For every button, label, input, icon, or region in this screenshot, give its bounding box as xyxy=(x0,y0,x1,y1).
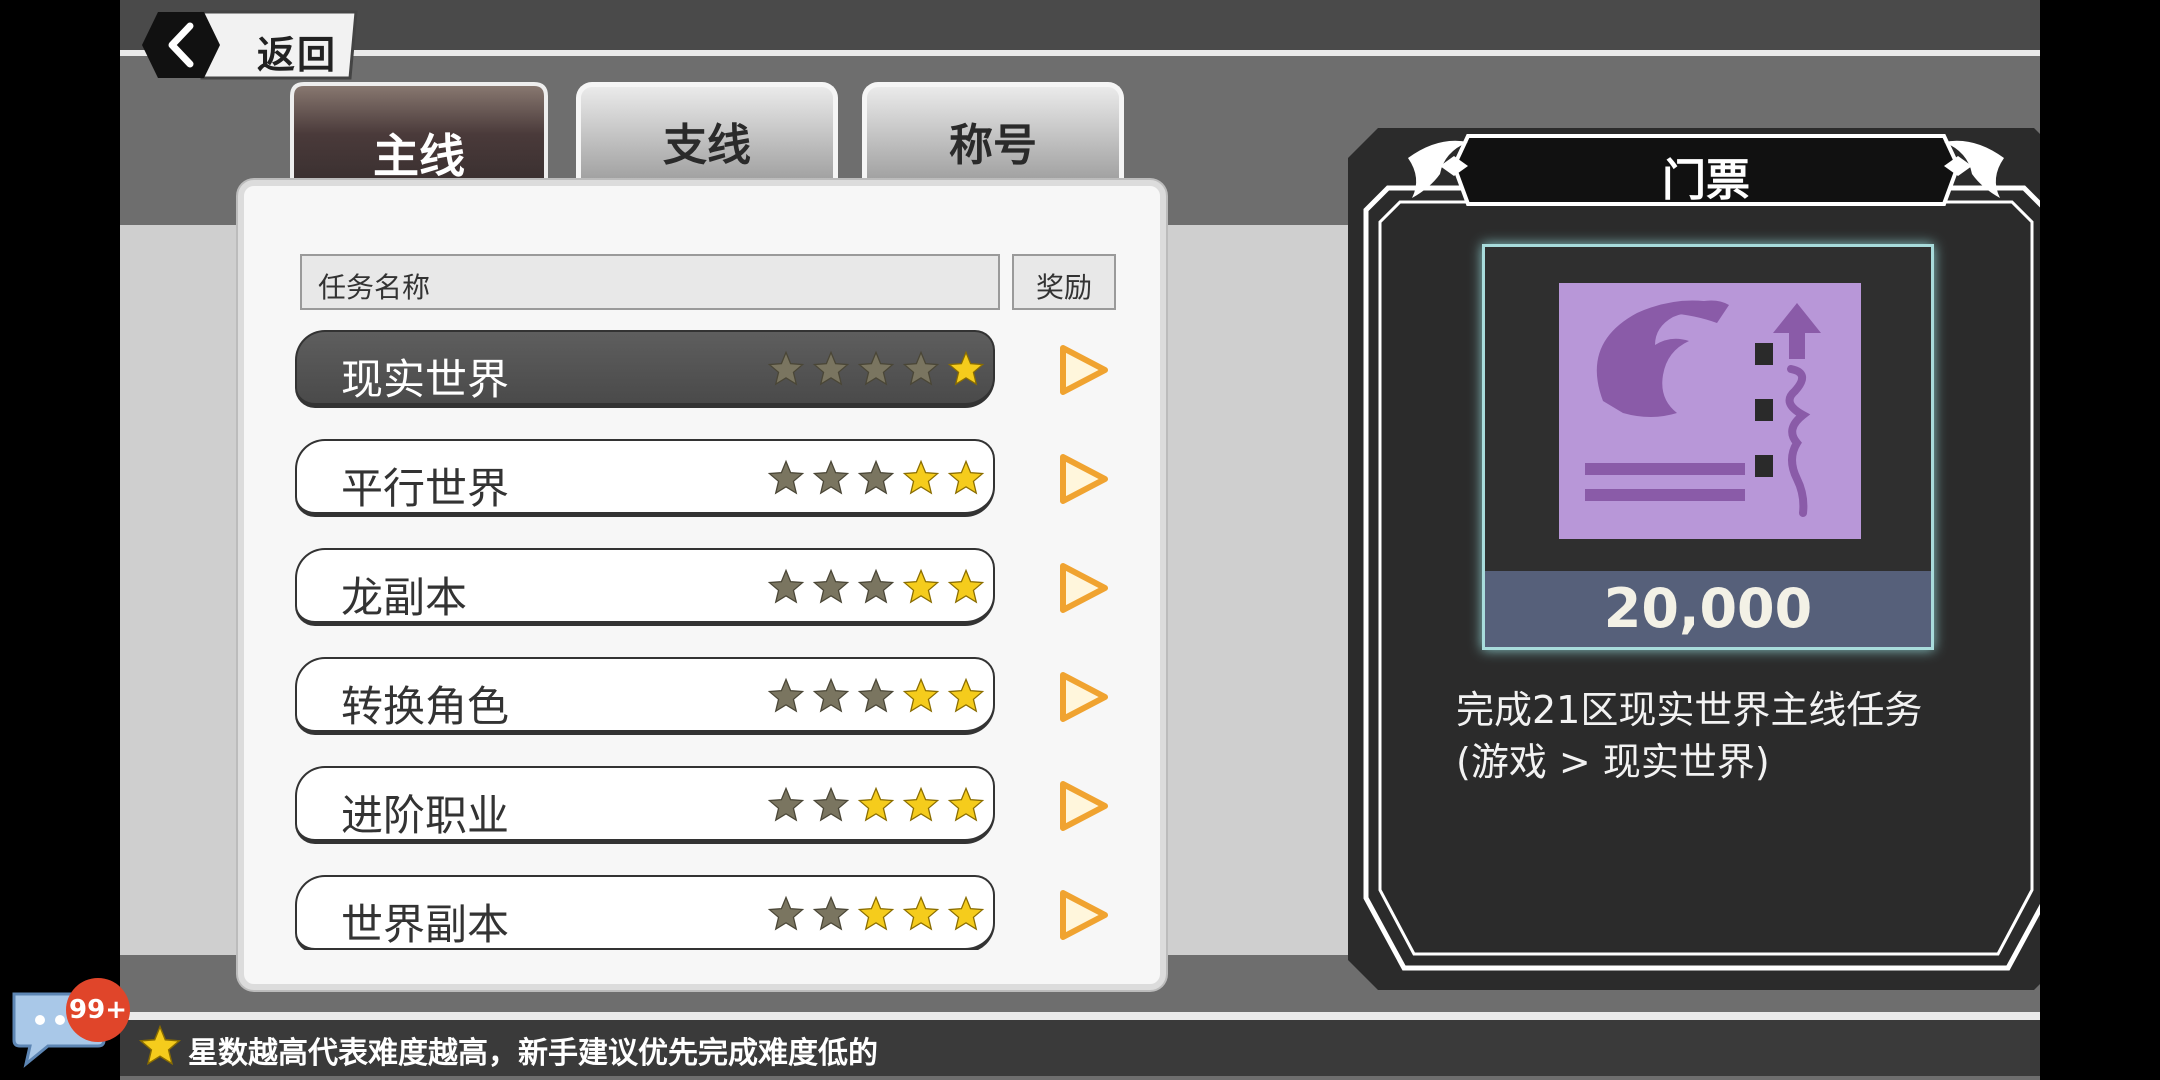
quest-list[interactable]: 现实世界平行世界龙副本转换角色进阶职业世界副本 xyxy=(295,330,1125,950)
star-filled-icon xyxy=(857,786,895,822)
star-empty-icon xyxy=(767,459,805,495)
star-filled-icon xyxy=(902,568,940,604)
reward-description-line2: (游戏 > 现实世界) xyxy=(1456,740,1770,784)
quest-item[interactable]: 现实世界 xyxy=(295,330,995,408)
star-empty-icon xyxy=(812,895,850,931)
star-empty-icon xyxy=(767,786,805,822)
game-screen: 返回 主线 支线 称号 任务名称 奖励 现实世界平行世界龙副本转换角色进阶职业世… xyxy=(120,0,2040,1080)
star-empty-icon xyxy=(857,350,895,386)
star-empty-icon xyxy=(857,677,895,713)
quest-row: 转换角色 xyxy=(295,657,1115,739)
quest-row: 进阶职业 xyxy=(295,766,1115,848)
reward-description-line1: 完成21区现实世界主线任务 xyxy=(1456,688,1923,732)
star-empty-icon xyxy=(767,895,805,931)
quest-row: 平行世界 xyxy=(295,439,1115,521)
reward-detail-panel: 门票 20,000 完成21区现实世界主线任务 (游戏 > 现实世界) xyxy=(1348,128,2040,990)
tab-side-label: 支线 xyxy=(663,120,751,171)
play-arrow-icon[interactable] xyxy=(1055,778,1111,834)
tip-divider xyxy=(120,1012,2040,1020)
star-empty-icon xyxy=(812,786,850,822)
quest-name: 转换角色 xyxy=(341,682,510,731)
star-filled-icon xyxy=(902,895,940,931)
quest-name: 世界副本 xyxy=(341,900,510,949)
play-arrow-icon[interactable] xyxy=(1055,560,1111,616)
back-label: 返回 xyxy=(257,33,338,77)
reward-item-card[interactable]: 20,000 xyxy=(1482,244,1934,650)
star-filled-icon xyxy=(947,350,985,386)
star-filled-icon xyxy=(902,786,940,822)
star-empty-icon xyxy=(812,459,850,495)
quest-item[interactable]: 转换角色 xyxy=(295,657,995,735)
star-empty-icon xyxy=(857,568,895,604)
star-filled-icon xyxy=(857,895,895,931)
star-filled-icon xyxy=(902,677,940,713)
quest-item[interactable]: 进阶职业 xyxy=(295,766,995,844)
header-divider xyxy=(120,50,2040,56)
tab-title[interactable]: 称号 xyxy=(862,82,1124,186)
difficulty-stars xyxy=(767,786,997,826)
play-arrow-icon[interactable] xyxy=(1055,451,1111,507)
star-empty-icon xyxy=(767,350,805,386)
ticket-icon xyxy=(1559,283,1861,539)
header-bar xyxy=(120,0,2040,52)
reward-title: 门票 xyxy=(1662,155,1750,206)
reward-description: 完成21区现实世界主线任务 (游戏 > 现实世界) xyxy=(1456,684,2016,788)
quest-row: 现实世界 xyxy=(295,330,1115,412)
star-empty-icon xyxy=(812,568,850,604)
difficulty-stars xyxy=(767,350,997,390)
difficulty-stars xyxy=(767,568,997,608)
chat-badge: 99+ xyxy=(66,978,130,1042)
reward-amount-bar: 20,000 xyxy=(1485,571,1931,647)
star-empty-icon xyxy=(902,350,940,386)
tab-main-label: 主线 xyxy=(373,129,465,183)
quest-name: 龙副本 xyxy=(341,573,468,622)
star-icon xyxy=(138,1024,182,1066)
quest-row: 世界副本 xyxy=(295,875,1115,950)
tip-text: 星数越高代表难度越高，新手建议优先完成难度低的 xyxy=(188,1036,878,1071)
star-filled-icon xyxy=(947,459,985,495)
star-empty-icon xyxy=(767,568,805,604)
quest-item[interactable]: 平行世界 xyxy=(295,439,995,517)
quest-row: 龙副本 xyxy=(295,548,1115,630)
quest-name: 现实世界 xyxy=(341,355,510,404)
star-filled-icon xyxy=(947,786,985,822)
tab-side[interactable]: 支线 xyxy=(576,82,838,186)
quest-name: 平行世界 xyxy=(341,464,510,513)
star-empty-icon xyxy=(857,459,895,495)
reward-amount: 20,000 xyxy=(1603,577,1813,640)
star-filled-icon xyxy=(947,677,985,713)
star-empty-icon xyxy=(767,677,805,713)
quest-item[interactable]: 世界副本 xyxy=(295,875,995,950)
difficulty-stars xyxy=(767,677,997,717)
play-arrow-icon[interactable] xyxy=(1055,669,1111,725)
star-filled-icon xyxy=(947,895,985,931)
difficulty-stars xyxy=(767,459,997,499)
quest-name: 进阶职业 xyxy=(341,791,510,840)
star-empty-icon xyxy=(812,350,850,386)
quest-item[interactable]: 龙副本 xyxy=(295,548,995,626)
star-empty-icon xyxy=(812,677,850,713)
play-arrow-icon[interactable] xyxy=(1055,342,1111,398)
play-arrow-icon[interactable] xyxy=(1055,887,1111,943)
reward-header: 奖励 xyxy=(1012,254,1116,310)
quest-name-header: 任务名称 xyxy=(300,254,1000,310)
star-filled-icon xyxy=(947,568,985,604)
tab-title-label: 称号 xyxy=(949,120,1037,171)
back-button[interactable]: 返回 xyxy=(142,10,360,80)
difficulty-stars xyxy=(767,895,997,935)
star-filled-icon xyxy=(902,459,940,495)
